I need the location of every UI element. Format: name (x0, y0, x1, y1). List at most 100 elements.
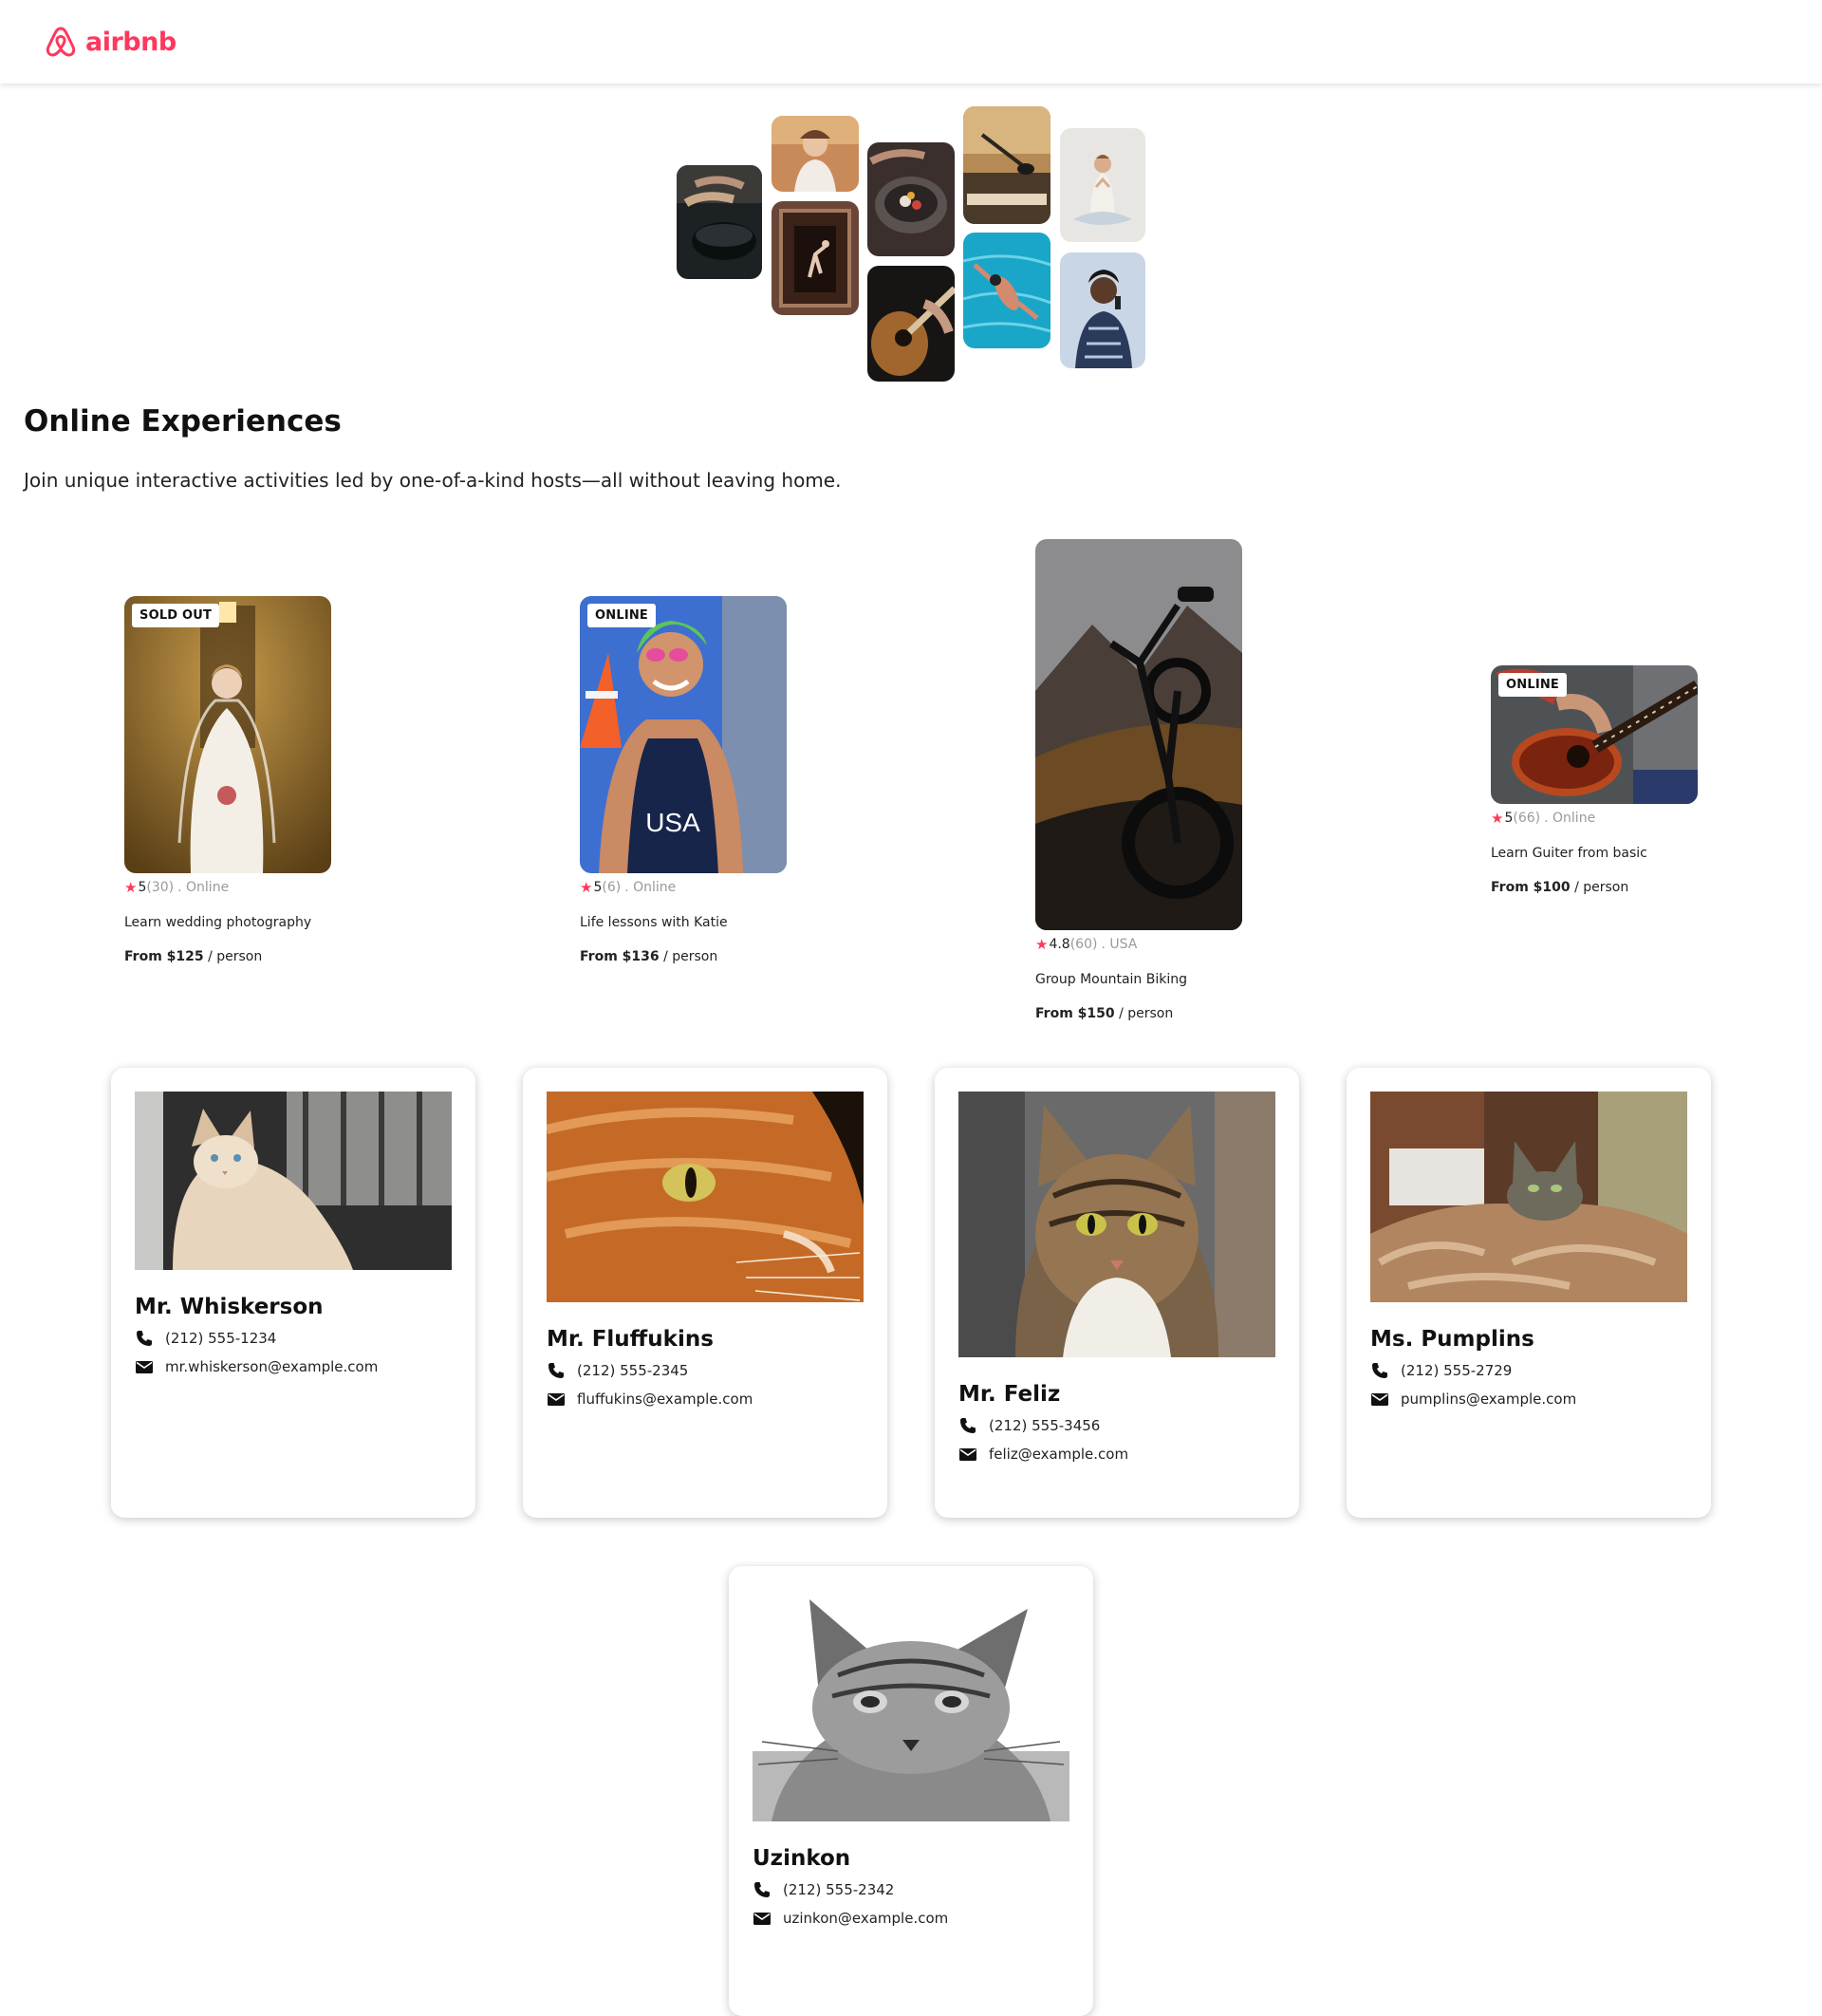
price-unit: / person (1570, 880, 1629, 895)
location: . Online (177, 880, 230, 895)
page-subtitle: Join unique interactive activities led b… (24, 469, 842, 492)
contact-card: Mr. Feliz (212) 555-3456 feliz@example.c… (935, 1068, 1299, 1518)
phone-icon (547, 1361, 566, 1380)
price: From $150 / person (1035, 1006, 1263, 1021)
phone-number: (212) 555-2342 (783, 1881, 895, 1898)
contact-name: Mr. Whiskerson (135, 1295, 324, 1319)
star-icon: ★ (1491, 810, 1504, 827)
envelope-icon (135, 1357, 154, 1376)
cat-photo-uzinkon (753, 1590, 1069, 1821)
experience-card[interactable]: ONLINE ★ 5 (66) . Online Learn Guiter fr… (1491, 665, 1719, 895)
cat-photo-pumplins (1370, 1092, 1687, 1302)
rating-row: ★ 5 (30) . Online (124, 879, 352, 896)
rating-row: ★ 5 (6) . Online (580, 879, 808, 896)
price-amount: From $150 (1035, 1006, 1115, 1021)
star-icon: ★ (580, 879, 593, 896)
email-address: mr.whiskerson@example.com (165, 1358, 379, 1375)
phone-icon (753, 1880, 772, 1899)
review-count: (60) (1069, 937, 1098, 952)
contact-name: Mr. Fluffukins (547, 1327, 714, 1352)
rating-value: 4.8 (1049, 937, 1070, 952)
location: . Online (1544, 811, 1596, 826)
hero-photo-guitar (867, 266, 955, 382)
experience-photo-bike[interactable] (1035, 539, 1242, 930)
hero-photo-dancer (772, 201, 859, 315)
phone-icon (958, 1416, 977, 1435)
experience-title[interactable]: Group Mountain Biking (1035, 972, 1263, 987)
review-count: (30) (146, 880, 175, 895)
price-amount: From $100 (1491, 880, 1571, 895)
contact-card: Uzinkon (212) 555-2342 uzinkon@example.c… (729, 1566, 1093, 2016)
phone-icon (135, 1329, 154, 1348)
status-badge: SOLD OUT (132, 604, 220, 627)
envelope-icon (1370, 1390, 1389, 1409)
hero-photo-yoga (1060, 128, 1145, 242)
phone-row[interactable]: (212) 555-2345 (547, 1361, 864, 1380)
status-badge: ONLINE (587, 604, 657, 627)
phone-row[interactable]: (212) 555-2729 (1370, 1361, 1687, 1380)
price-unit: / person (203, 949, 263, 964)
experience-photo-wedding[interactable]: SOLD OUT (124, 596, 331, 873)
experience-photo-athlete[interactable]: USA ONLINE (580, 596, 787, 873)
email-row[interactable]: feliz@example.com (958, 1445, 1275, 1464)
review-count: (66) (1513, 811, 1541, 826)
hero-photo-woman (772, 116, 859, 192)
envelope-icon (753, 1909, 772, 1928)
logo-text: airbnb (85, 27, 177, 57)
contact-name: Ms. Pumplins (1370, 1327, 1534, 1352)
experience-title[interactable]: Learn Guiter from basic (1491, 846, 1719, 861)
rating-value: 5 (1504, 811, 1514, 826)
rating-row: ★ 5 (66) . Online (1491, 810, 1719, 827)
cat-photo-whiskerson (135, 1092, 452, 1270)
experience-card[interactable]: USA ONLINE ★ 5 (6) . Online Life lessons… (580, 596, 808, 964)
envelope-icon (547, 1390, 566, 1409)
contact-name: Uzinkon (753, 1846, 851, 1871)
hero-photo-pan (677, 165, 762, 279)
location: . USA (1101, 937, 1138, 952)
contact-name: Mr. Feliz (958, 1382, 1061, 1407)
rating-value: 5 (593, 880, 603, 895)
status-badge: ONLINE (1498, 673, 1568, 697)
email-row[interactable]: pumplins@example.com (1370, 1390, 1687, 1409)
star-icon: ★ (1035, 936, 1049, 953)
svg-text:USA: USA (645, 808, 700, 837)
review-count: (6) (602, 880, 622, 895)
price: From $100 / person (1491, 880, 1719, 895)
price-unit: / person (1114, 1006, 1174, 1021)
hero-photo-food (867, 142, 955, 256)
contact-card: Ms. Pumplins (212) 555-2729 pumplins@exa… (1347, 1068, 1711, 1518)
rating-value: 5 (138, 880, 147, 895)
price: From $125 / person (124, 949, 352, 964)
experience-card[interactable]: SOLD OUT ★ 5 (30) . Online Learn wedding… (124, 596, 352, 964)
phone-number: (212) 555-1234 (165, 1330, 277, 1347)
experience-card[interactable]: ★ 4.8 (60) . USA Group Mountain Biking F… (1035, 539, 1263, 1021)
email-row[interactable]: fluffukins@example.com (547, 1390, 864, 1409)
top-navbar: airbnb (0, 0, 1822, 84)
email-address: uzinkon@example.com (783, 1910, 949, 1927)
experience-title[interactable]: Learn wedding photography (124, 915, 352, 930)
email-row[interactable]: mr.whiskerson@example.com (135, 1357, 452, 1376)
price: From $136 / person (580, 949, 808, 964)
email-row[interactable]: uzinkon@example.com (753, 1909, 1069, 1928)
phone-number: (212) 555-2729 (1401, 1362, 1513, 1379)
phone-icon (1370, 1361, 1389, 1380)
phone-row[interactable]: (212) 555-3456 (958, 1416, 1275, 1435)
hero-collage (0, 84, 1822, 387)
airbnb-logo-link[interactable]: airbnb (42, 23, 177, 61)
hero-photo-microphone (963, 106, 1050, 224)
experience-photo-guitar[interactable]: ONLINE (1491, 665, 1698, 804)
star-icon: ★ (124, 879, 138, 896)
phone-number: (212) 555-2345 (577, 1362, 689, 1379)
price-unit: / person (659, 949, 718, 964)
page-title: Online Experiences (24, 404, 342, 439)
rating-row: ★ 4.8 (60) . USA (1035, 936, 1263, 953)
contact-card: Mr. Whiskerson (212) 555-1234 mr.whisker… (111, 1068, 475, 1518)
cat-photo-feliz (958, 1092, 1275, 1357)
price-amount: From $125 (124, 949, 204, 964)
experience-title[interactable]: Life lessons with Katie (580, 915, 808, 930)
phone-row[interactable]: (212) 555-1234 (135, 1329, 452, 1348)
hero-photo-singer (1060, 252, 1145, 368)
email-address: fluffukins@example.com (577, 1391, 753, 1408)
phone-row[interactable]: (212) 555-2342 (753, 1880, 1069, 1899)
email-address: feliz@example.com (989, 1446, 1129, 1463)
